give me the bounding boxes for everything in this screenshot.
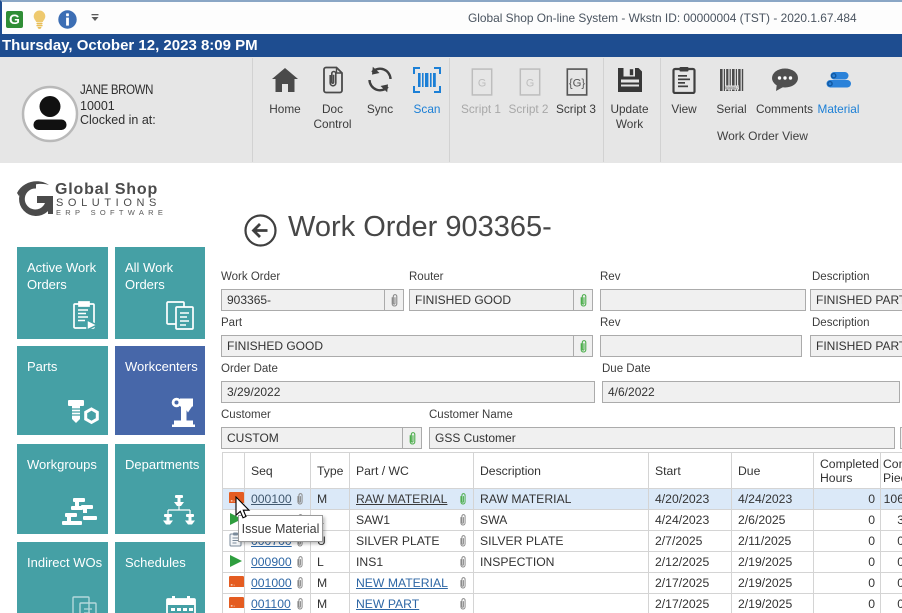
svg-text:{G}: {G} — [569, 77, 586, 89]
svg-text:G: G — [525, 77, 533, 89]
svg-text:G: G — [478, 77, 486, 89]
svg-text:5060617: 5060617 — [725, 86, 739, 90]
